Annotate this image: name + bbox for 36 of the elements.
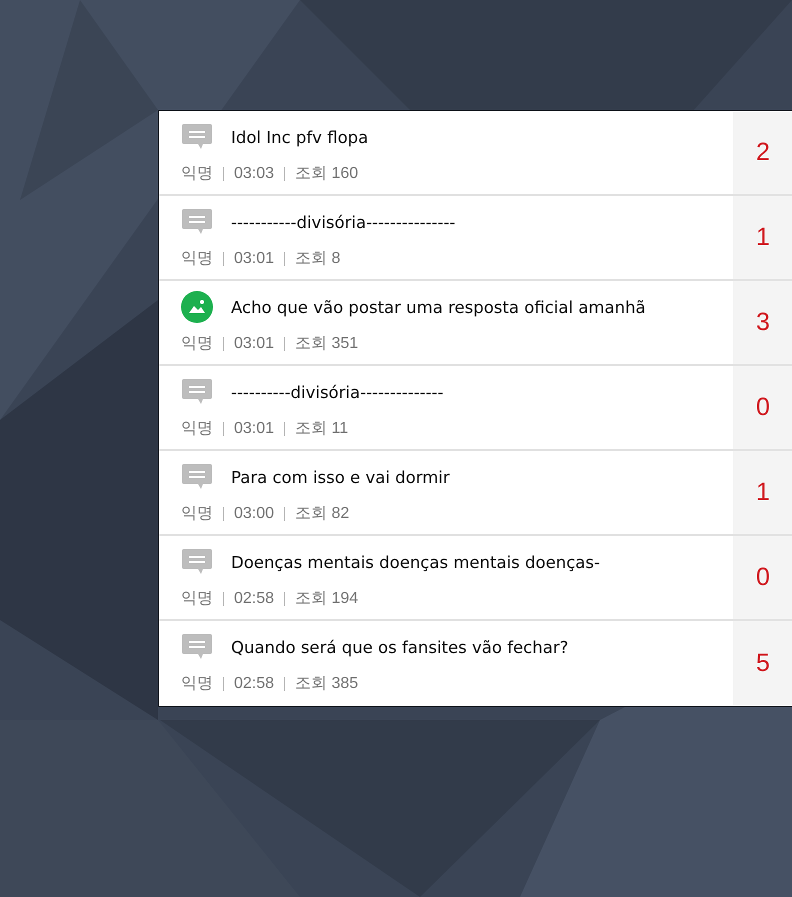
post-time: 03:03 — [234, 164, 274, 182]
comment-count: 3 — [733, 281, 792, 364]
post-time: 03:01 — [234, 334, 274, 352]
post-author: 익명 — [181, 674, 213, 694]
post-time: 02:58 — [234, 590, 274, 608]
post-author: 익명 — [181, 419, 213, 439]
post-time: 03:00 — [234, 504, 274, 522]
post-title[interactable]: Para com isso e vai dormir — [231, 468, 450, 486]
post-title[interactable]: Idol Inc pfv flopa — [231, 128, 368, 146]
post-title[interactable]: -----------divisória--------------- — [231, 212, 456, 232]
view-count: 조회 351 — [295, 334, 358, 354]
view-count: 조회 82 — [295, 504, 350, 524]
view-count: 조회 11 — [295, 419, 348, 439]
post-time: 03:01 — [234, 420, 274, 438]
post-author: 익명 — [181, 334, 213, 354]
comment-count: 0 — [733, 366, 792, 449]
comment-count: 5 — [733, 621, 792, 706]
post-title[interactable]: Doenças mentais doenças mentais doenças- — [231, 552, 600, 572]
comment-count: 0 — [733, 536, 792, 619]
post-title[interactable]: Quando será que os fansites vão fechar? — [231, 638, 568, 656]
post-author: 익명 — [181, 504, 213, 524]
view-count: 조회 8 — [295, 249, 340, 269]
view-count: 조회 385 — [295, 674, 358, 694]
comment-count: 1 — [733, 196, 792, 279]
post-author: 익명 — [181, 164, 213, 184]
post-title[interactable]: ----------divisória-------------- — [231, 382, 444, 402]
comment-count: 1 — [733, 451, 792, 534]
view-count: 조회 160 — [295, 164, 358, 184]
view-count: 조회 194 — [295, 589, 358, 609]
post-author: 익명 — [181, 249, 213, 269]
post-author: 익명 — [181, 589, 213, 609]
comment-count: 2 — [733, 111, 792, 194]
post-time: 03:01 — [234, 250, 274, 268]
image-icon — [181, 291, 213, 323]
post-title[interactable]: Acho que vão postar uma resposta oficial amanhã — [231, 298, 646, 316]
post-time: 02:58 — [234, 674, 274, 692]
